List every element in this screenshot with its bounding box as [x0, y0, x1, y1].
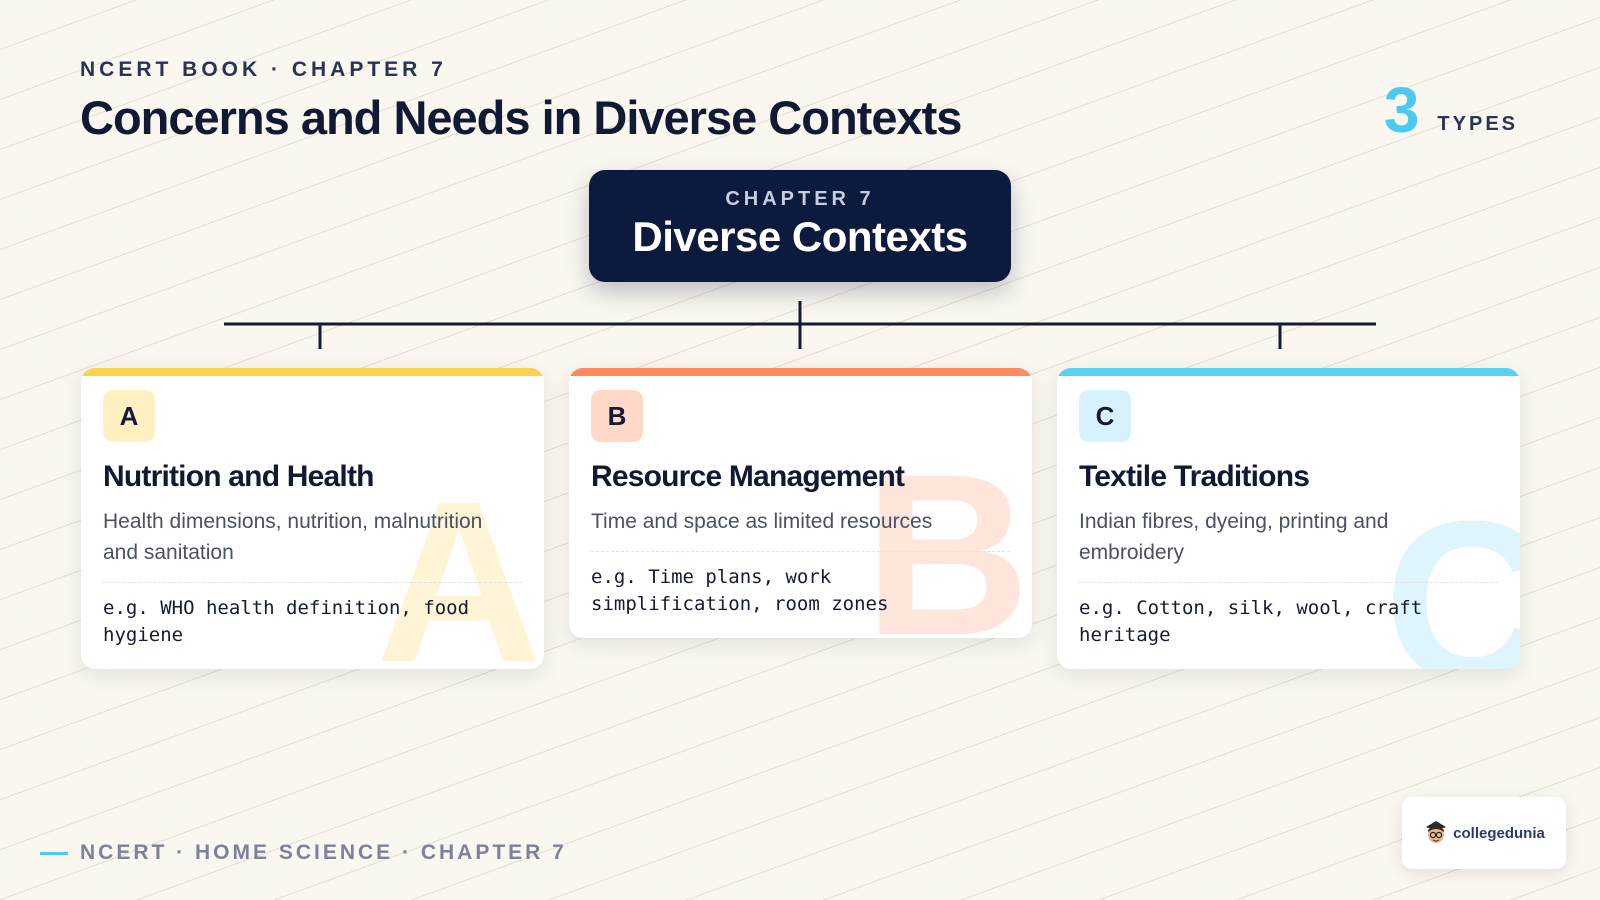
card-title: Textile Traditions	[1079, 460, 1310, 493]
brand-logo[interactable]: collegedunia	[1402, 797, 1566, 869]
card-description: Health dimensions, nutrition, malnutriti…	[103, 510, 483, 564]
card-accent-bar	[1057, 368, 1520, 376]
card-example: e.g. WHO health definition, food hygiene	[103, 597, 470, 646]
card-title: Nutrition and Health	[103, 460, 374, 493]
card-divider	[591, 551, 1010, 552]
card-accent-bar	[569, 368, 1032, 376]
mascot-icon	[1426, 821, 1447, 843]
card-description: Time and space as limited resources	[591, 510, 933, 533]
card-badge: C	[1079, 390, 1131, 442]
logo-wordmark: collegedunia	[1453, 824, 1545, 842]
card-example: e.g. Cotton, silk, wool, craft heritage	[1079, 597, 1423, 646]
card-accent-bar	[81, 368, 544, 376]
footer-caption: NCERT · HOME SCIENCE · CHAPTER 7	[80, 841, 567, 864]
card-badge: B	[591, 390, 643, 442]
card-badge: A	[103, 390, 155, 442]
card-textile-traditions: C C Textile Traditions Indian fibres, dy…	[1057, 368, 1520, 669]
card-description: Indian fibres, dyeing, printing and embr…	[1079, 510, 1389, 564]
card-resource-management: B B Resource Management Time and space a…	[569, 368, 1032, 638]
card-divider	[103, 582, 522, 583]
card-divider	[1079, 582, 1498, 583]
card-nutrition-health: A A Nutrition and Health Health dimensio…	[81, 368, 544, 669]
card-example: e.g. Time plans, work simplification, ro…	[591, 566, 889, 615]
card-title: Resource Management	[591, 460, 905, 493]
footer-accent-dash	[40, 852, 68, 855]
